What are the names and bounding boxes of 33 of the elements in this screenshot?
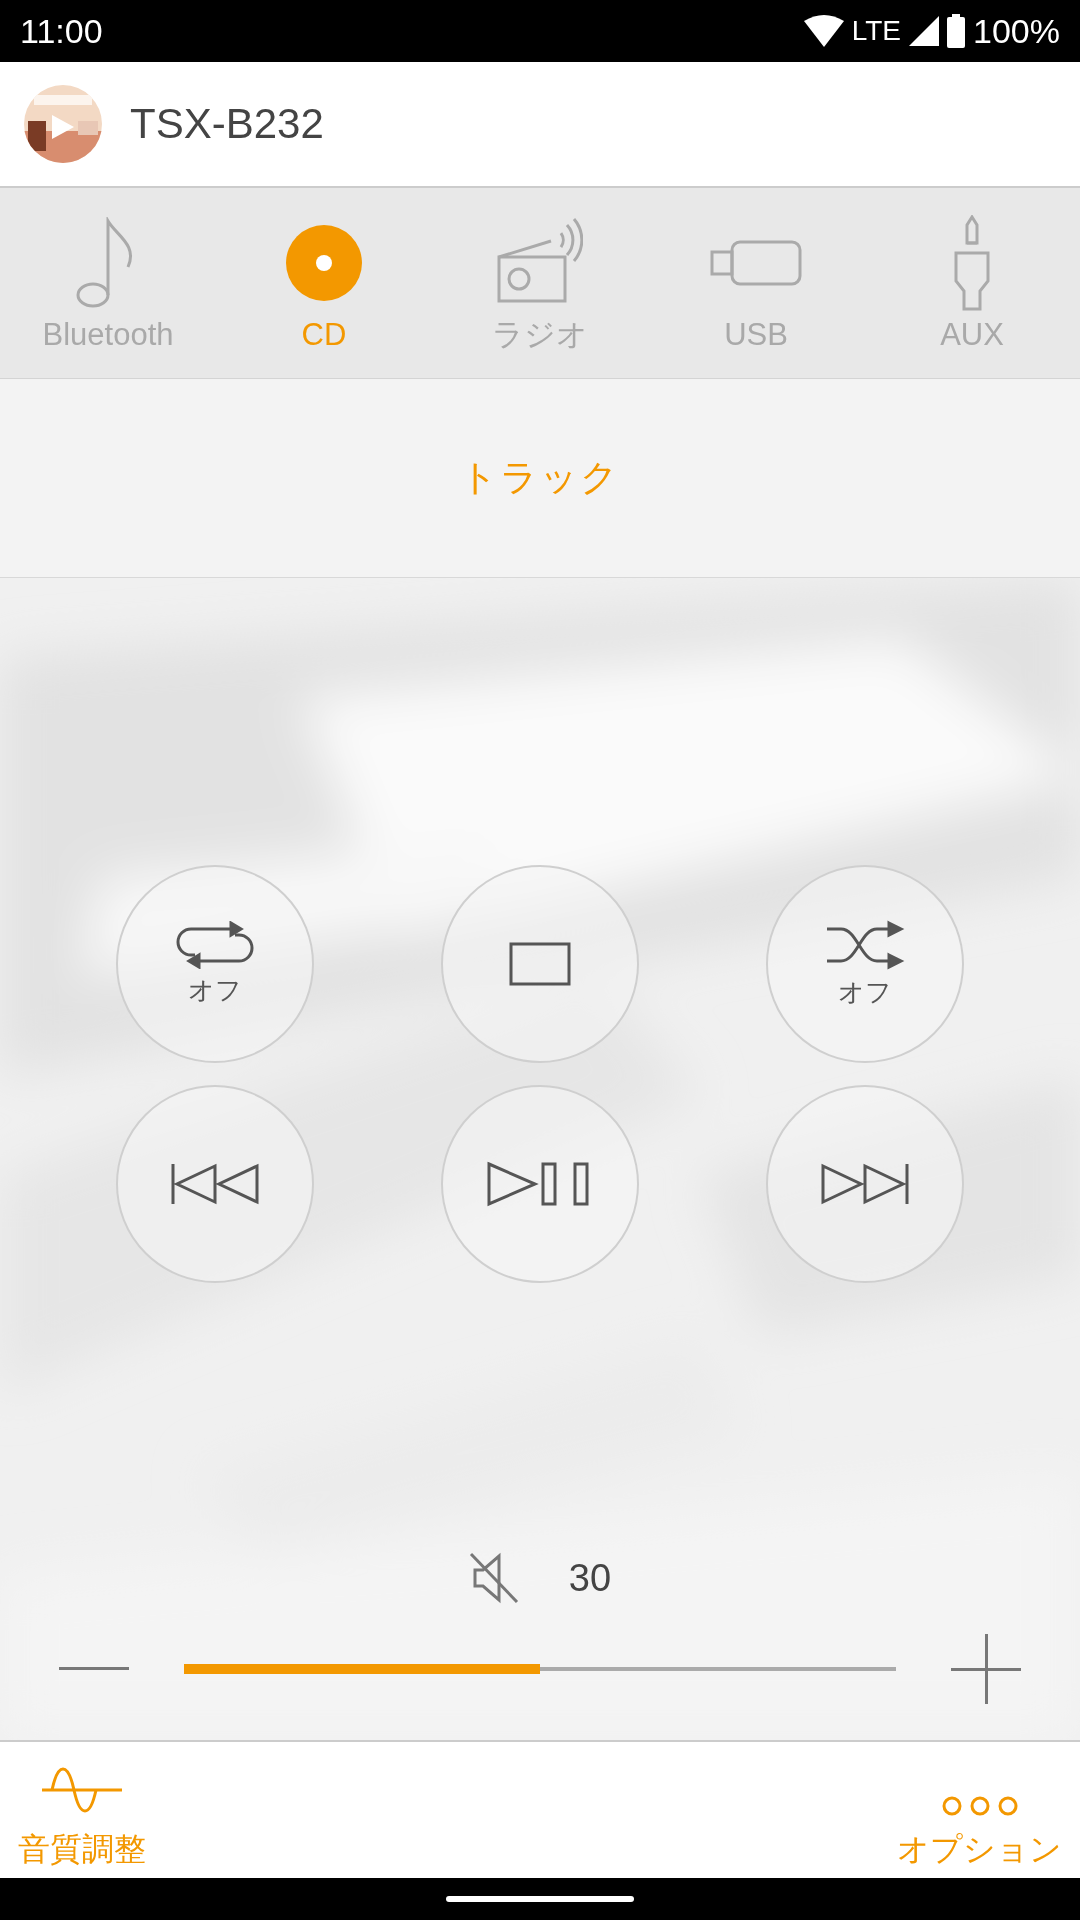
previous-track-icon bbox=[169, 1162, 261, 1206]
disc-icon bbox=[285, 224, 363, 302]
minus-icon bbox=[59, 1667, 129, 1671]
radio-icon bbox=[497, 217, 583, 303]
home-handle[interactable] bbox=[446, 1896, 634, 1902]
clock: 11:00 bbox=[20, 11, 103, 51]
options-button[interactable]: オプション bbox=[897, 1794, 1062, 1872]
track-label: トラック bbox=[460, 456, 620, 500]
repeat-icon bbox=[175, 920, 255, 969]
audio-jack-icon bbox=[952, 215, 992, 311]
plus-icon bbox=[951, 1634, 1021, 1704]
stop-icon bbox=[509, 942, 571, 986]
source-tab[interactable]: CD bbox=[216, 188, 432, 378]
device-name: TSX-B232 bbox=[130, 100, 324, 148]
source-tab[interactable]: AUX bbox=[864, 188, 1080, 378]
shuffle-button[interactable]: オフ bbox=[766, 865, 964, 1063]
battery-icon bbox=[947, 14, 966, 48]
usb-drive-icon bbox=[710, 240, 802, 286]
network-type: LTE bbox=[851, 15, 902, 47]
source-tab[interactable]: ラジオ bbox=[432, 188, 648, 378]
signal-icon bbox=[909, 16, 940, 46]
volume-reading: 30 bbox=[568, 1556, 612, 1600]
repeat-button[interactable]: オフ bbox=[116, 865, 314, 1063]
equalizer-button[interactable]: 音質調整 bbox=[18, 1762, 146, 1872]
source-tab[interactable]: Bluetooth bbox=[0, 188, 216, 378]
volume-up-button[interactable] bbox=[948, 1634, 1024, 1704]
volume-slider[interactable] bbox=[184, 1667, 896, 1671]
wifi-icon bbox=[803, 15, 844, 47]
source-tab[interactable]: USB bbox=[648, 188, 864, 378]
muted-speaker-icon[interactable] bbox=[468, 1552, 519, 1604]
next-track-icon bbox=[819, 1162, 911, 1206]
battery-level: 100% bbox=[973, 11, 1060, 51]
shuffle-icon bbox=[825, 918, 905, 971]
